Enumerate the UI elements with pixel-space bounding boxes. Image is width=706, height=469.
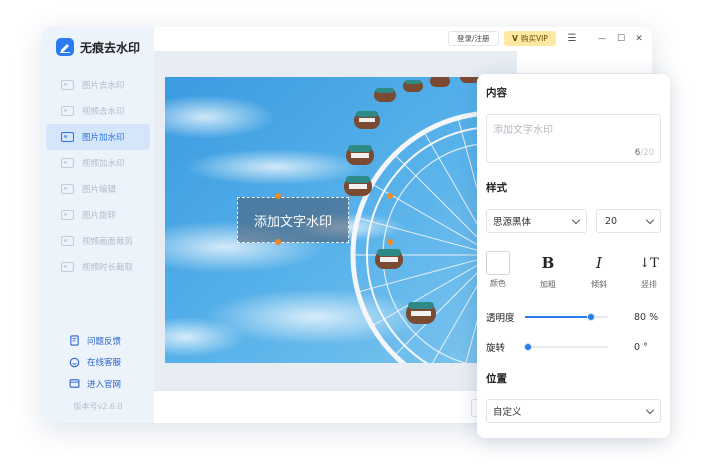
vertical-text-icon: ↓T bbox=[639, 255, 659, 271]
rotation-slider-thumb[interactable] bbox=[524, 343, 533, 351]
minimize-icon[interactable]: — bbox=[595, 31, 609, 46]
bold-tool[interactable]: B 加粗 bbox=[532, 250, 564, 290]
bold-icon: B bbox=[541, 254, 555, 272]
buy-vip-button[interactable]: V 购买VIP bbox=[504, 31, 556, 46]
maximize-icon[interactable]: ☐ bbox=[614, 31, 628, 46]
sidebar-item-label: 图片编辑 bbox=[82, 185, 117, 195]
sidebar-item-image-edit[interactable]: 图片编辑 bbox=[46, 176, 150, 202]
style-section-title: 样式 bbox=[486, 182, 507, 194]
title-bar: 登录/注册 V 购买VIP ☰ — ☐ ✕ bbox=[154, 27, 652, 51]
app-version: 版本号v2.6.0 bbox=[73, 402, 123, 411]
sidebar-item-image-remove-watermark[interactable]: 图片去水印 bbox=[46, 72, 150, 98]
sidebar-item-label: 图片旋转 bbox=[82, 211, 117, 221]
sidebar-item-video-add-watermark[interactable]: 视频加水印 bbox=[46, 150, 150, 176]
support-links: 问题反馈 在线客服 进入官网 bbox=[69, 330, 121, 395]
vertical-text-tool-label: 竖排 bbox=[641, 280, 657, 289]
feedback-link[interactable]: 问题反馈 bbox=[69, 330, 121, 352]
sidebar-item-image-add-watermark[interactable]: 图片加水印 bbox=[46, 124, 150, 150]
resize-handle-bottom-right[interactable] bbox=[387, 239, 393, 245]
website-link[interactable]: 进入官网 bbox=[69, 373, 121, 395]
font-size-select[interactable]: 20 bbox=[596, 209, 661, 233]
buy-vip-label: 购买VIP bbox=[520, 34, 548, 43]
app-logo-icon bbox=[56, 38, 74, 56]
chat-icon bbox=[69, 357, 80, 368]
color-tool[interactable]: 颜色 bbox=[482, 250, 514, 289]
close-icon[interactable]: ✕ bbox=[632, 31, 646, 46]
opacity-value: 80 % bbox=[634, 311, 659, 323]
rotation-label: 旋转 bbox=[486, 343, 506, 354]
watermark-properties-panel: 内容 添加文字水印 6/20 样式 思源黑体 20 颜色 B 加粗 I 倾斜 ↓… bbox=[477, 74, 670, 438]
sidebar-nav: 图片去水印 视频去水印 图片加水印 视频加水印 图片编辑 图片旋转 视频画面裁剪… bbox=[46, 72, 150, 280]
login-button[interactable]: 登录/注册 bbox=[448, 31, 499, 46]
opacity-row: 透明度 80 % bbox=[486, 310, 666, 325]
char-counter: 6/20 bbox=[634, 148, 654, 158]
brand: 无痕去水印 bbox=[56, 38, 140, 56]
sidebar-item-video-remove-watermark[interactable]: 视频去水印 bbox=[46, 98, 150, 124]
resize-handle-top-left[interactable] bbox=[275, 193, 281, 199]
feedback-icon bbox=[70, 335, 79, 346]
sidebar-item-label: 视频画面裁剪 bbox=[82, 237, 134, 247]
panel-header-strip bbox=[517, 51, 652, 73]
position-value: 自定义 bbox=[493, 407, 522, 418]
color-tool-label: 颜色 bbox=[490, 279, 506, 288]
vertical-text-tool[interactable]: ↓T 竖排 bbox=[633, 250, 665, 290]
font-family-value: 思源黑体 bbox=[493, 217, 532, 228]
edit-icon bbox=[61, 184, 74, 194]
image-icon bbox=[61, 80, 74, 90]
rotate-icon bbox=[61, 210, 74, 220]
chevron-down-icon bbox=[645, 405, 655, 415]
chevron-down-icon bbox=[571, 215, 581, 225]
italic-tool-label: 倾斜 bbox=[591, 280, 607, 289]
website-label: 进入官网 bbox=[87, 379, 122, 390]
font-size-value: 20 bbox=[605, 215, 618, 227]
menu-icon[interactable]: ☰ bbox=[565, 31, 579, 46]
opacity-label: 透明度 bbox=[486, 313, 515, 324]
position-section-title: 位置 bbox=[486, 373, 507, 385]
text-input-placeholder: 添加文字水印 bbox=[493, 125, 553, 136]
opacity-slider-fill bbox=[525, 316, 592, 318]
video-icon bbox=[61, 106, 74, 116]
italic-tool[interactable]: I 倾斜 bbox=[583, 250, 615, 290]
sidebar-item-label: 视频时长截取 bbox=[82, 263, 134, 273]
bold-tool-label: 加粗 bbox=[540, 280, 556, 289]
rotation-slider[interactable] bbox=[524, 343, 608, 351]
website-icon bbox=[69, 379, 80, 388]
sidebar: 无痕去水印 图片去水印 视频去水印 图片加水印 视频加水印 图片编辑 图片旋转 … bbox=[42, 27, 154, 423]
feedback-label: 问题反馈 bbox=[87, 336, 122, 347]
chevron-down-icon bbox=[645, 215, 655, 225]
sidebar-item-label: 图片去水印 bbox=[82, 81, 125, 91]
sidebar-item-video-trim[interactable]: 视频时长截取 bbox=[46, 254, 150, 280]
crop-icon bbox=[61, 236, 74, 246]
color-swatch[interactable] bbox=[486, 251, 510, 275]
text-watermark[interactable]: 添加文字水印 bbox=[237, 197, 349, 243]
watermark-text-input[interactable]: 添加文字水印 6/20 bbox=[486, 114, 661, 163]
sidebar-item-label: 视频去水印 bbox=[82, 107, 125, 117]
online-service-label: 在线客服 bbox=[87, 358, 122, 369]
position-select[interactable]: 自定义 bbox=[486, 399, 661, 423]
content-section-title: 内容 bbox=[486, 87, 507, 99]
trim-icon bbox=[61, 262, 74, 272]
sidebar-item-label: 视频加水印 bbox=[82, 159, 125, 169]
image-icon bbox=[61, 132, 74, 142]
opacity-slider[interactable] bbox=[525, 313, 608, 321]
vip-icon: V bbox=[512, 34, 518, 43]
app-name: 无痕去水印 bbox=[80, 40, 141, 55]
sidebar-item-label: 图片加水印 bbox=[82, 133, 125, 143]
video-icon bbox=[61, 158, 74, 168]
resize-handle-bottom-left[interactable] bbox=[275, 239, 281, 245]
opacity-slider-thumb[interactable] bbox=[587, 313, 596, 321]
watermark-text: 添加文字水印 bbox=[253, 214, 332, 230]
rotation-value: 0 ° bbox=[634, 341, 648, 353]
rotation-row: 旋转 0 ° bbox=[486, 340, 666, 355]
sidebar-item-image-rotate[interactable]: 图片旋转 bbox=[46, 202, 150, 228]
font-family-select[interactable]: 思源黑体 bbox=[486, 209, 587, 233]
resize-handle-top-right[interactable] bbox=[387, 193, 393, 199]
online-service-link[interactable]: 在线客服 bbox=[69, 352, 121, 374]
italic-icon: I bbox=[596, 254, 602, 272]
sidebar-item-video-crop[interactable]: 视频画面裁剪 bbox=[46, 228, 150, 254]
